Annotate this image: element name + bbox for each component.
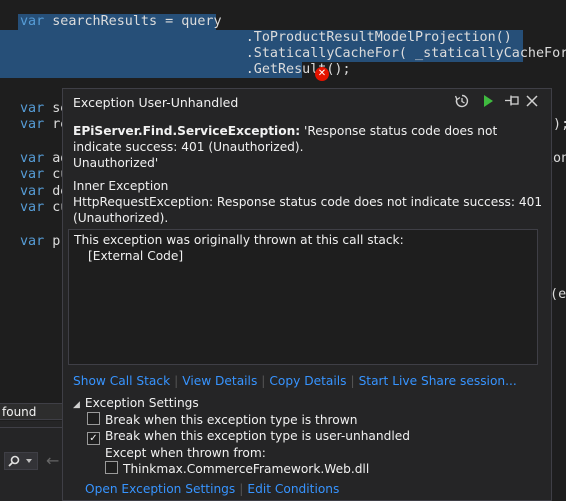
view-details-link[interactable]: View Details [182, 374, 257, 388]
break-when-thrown-checkbox[interactable] [87, 412, 100, 425]
exception-popup: Exception User-Unhandled EPiServer.Find.… [62, 88, 552, 501]
code-line[interactable]: .GetResult(); [20, 62, 351, 78]
start-live-share-link[interactable]: Start Live Share session... [359, 374, 517, 388]
exception-message: EPiServer.Find.ServiceException: 'Respon… [73, 124, 498, 170]
back-arrow-icon[interactable]: ← [46, 452, 59, 470]
code-line[interactable]: var searchResults = query [20, 14, 222, 30]
code-line[interactable]: .StaticallyCacheFor( _staticallyCacheFor… [20, 46, 566, 62]
inner-exception-message: HttpRequestException: Response status co… [73, 195, 543, 225]
action-links: Show Call Stack | View Details | Copy Detail… [73, 374, 517, 388]
search-dropdown[interactable] [4, 452, 38, 470]
module-row[interactable]: Thinkmax.CommerceFramework.Web.dll [105, 461, 369, 477]
search-icon [8, 455, 32, 467]
settings-links: Open Exception Settings | Edit Conditions [85, 482, 340, 496]
show-call-stack-link[interactable]: Show Call Stack [73, 374, 170, 388]
except-when-label: Except when thrown from: [105, 446, 266, 460]
find-results-bar: found [0, 403, 62, 420]
call-stack-intro: This exception was originally thrown at … [74, 233, 404, 247]
edit-conditions-link[interactable]: Edit Conditions [247, 482, 339, 496]
inner-exception-label: Inner Exception [73, 179, 169, 193]
close-icon[interactable] [524, 93, 540, 109]
history-icon[interactable] [454, 93, 470, 109]
call-stack-box[interactable]: This exception was originally thrown at … [68, 229, 538, 365]
call-stack-frame[interactable]: [External Code] [74, 248, 532, 264]
pin-icon[interactable] [504, 93, 520, 109]
error-icon[interactable]: ✕ [315, 67, 329, 81]
popup-title: Exception User-Unhandled [73, 95, 239, 110]
code-line[interactable]: .ToProductResultModelProjection() [20, 30, 512, 46]
exception-settings-header[interactable]: ◢ Exception Settings [73, 395, 199, 413]
open-exception-settings-link[interactable]: Open Exception Settings [85, 482, 235, 496]
break-when-thrown-row[interactable]: Break when this exception type is thrown [87, 412, 357, 428]
break-when-unhandled-row[interactable]: ✓ Break when this exception type is user-… [87, 428, 410, 445]
module-checkbox[interactable] [105, 461, 118, 474]
break-when-unhandled-checkbox[interactable]: ✓ [87, 432, 100, 445]
divider [0, 427, 62, 428]
copy-details-link[interactable]: Copy Details [269, 374, 346, 388]
exception-type: EPiServer.Find.ServiceException: [73, 124, 301, 138]
continue-icon[interactable] [480, 93, 496, 109]
collapse-triangle-icon: ◢ [73, 400, 80, 410]
